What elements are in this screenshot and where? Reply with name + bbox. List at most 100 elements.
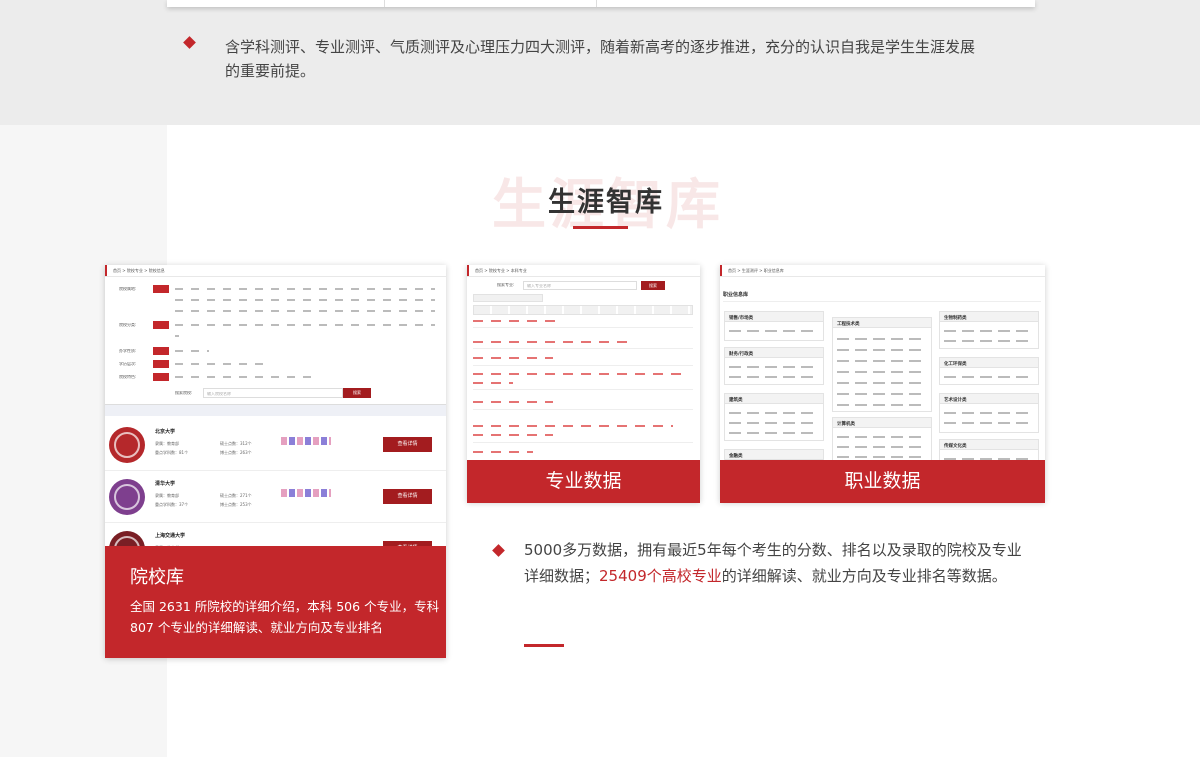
university-affiliation: 隶属：教育部 [155, 441, 179, 446]
discipline-tabs[interactable] [473, 305, 693, 315]
discipline-row[interactable] [473, 320, 563, 322]
university-info: 硕士点数：312个 博士点数：263个 [220, 439, 252, 457]
career-list[interactable] [944, 422, 1034, 424]
career-list[interactable] [729, 412, 819, 414]
breadcrumb: 首页 > 生涯测评 > 职业信息库 [720, 265, 1045, 277]
career-category-box[interactable]: 艺术设计类 [939, 393, 1039, 433]
major-row[interactable] [473, 373, 683, 375]
divider [473, 365, 693, 366]
university-info: 硕士点数：271个 博士点数：253个 [220, 491, 252, 509]
university-row[interactable]: 清华大学 隶属：教育部 重点学科数：37个 硕士点数：271个 博士点数：253… [105, 473, 446, 523]
career-category-title: 生物制药类 [940, 312, 1038, 322]
major-row[interactable] [473, 434, 553, 436]
major-row[interactable] [473, 425, 673, 427]
career-list[interactable] [837, 393, 927, 395]
career-list[interactable] [837, 382, 927, 384]
career-list[interactable] [837, 456, 927, 458]
filter-row-location: 院校属地: [119, 285, 439, 294]
university-doctor-points: 博士点数：263个 [220, 450, 252, 455]
university-row[interactable]: 北京大学 隶属：教育部 重点学科数：81个 硕士点数：312个 博士点数：263… [105, 421, 446, 471]
university-badges [281, 437, 331, 445]
diamond-bullet-icon [492, 544, 505, 557]
pku-logo-icon [109, 427, 145, 463]
career-data-label: 职业数据 [720, 460, 1045, 503]
top-card-segment [167, 0, 385, 7]
filter-options[interactable] [175, 350, 209, 352]
career-list[interactable] [944, 376, 1034, 378]
career-category-box[interactable]: 财务/行政类 [724, 347, 824, 385]
section-title: 生涯智库 [548, 187, 664, 218]
career-list[interactable] [837, 436, 927, 438]
major-row[interactable] [473, 401, 553, 403]
divider [723, 301, 1041, 302]
university-affiliation: 隶属：教育部 [155, 493, 179, 498]
divider [473, 348, 693, 349]
major-search-button[interactable]: 搜索 [641, 281, 665, 290]
major-data-label: 专业数据 [467, 460, 700, 503]
career-category-box[interactable]: 销售/市场类 [724, 311, 824, 341]
career-list[interactable] [837, 446, 927, 448]
school-database-description: 全国 2631 所院校的详细介绍，本科 506 个专业，专科 807 个专业的详… [130, 599, 440, 635]
career-category-title: 计算机类 [833, 418, 931, 428]
highlighted-major-count: 25409个高校专业 [599, 567, 722, 585]
major-tabs[interactable] [473, 294, 543, 302]
divider [473, 442, 693, 443]
career-list[interactable] [944, 330, 1034, 332]
career-list[interactable] [729, 330, 819, 332]
filter-options[interactable] [175, 299, 435, 301]
breadcrumb: 首页 > 院校专业 > 院校信息 [105, 265, 446, 277]
career-list[interactable] [944, 412, 1034, 414]
major-row[interactable] [473, 341, 633, 343]
major-row[interactable] [473, 382, 513, 384]
filter-label: 院校分类: [119, 323, 137, 327]
filter-selected-tag[interactable] [153, 373, 169, 381]
assessment-description: 含学科测评、专业测评、气质测评及心理压力四大测评，随着新高考的逐步推进，充分的认… [225, 38, 976, 80]
career-category-title: 金融类 [725, 450, 823, 460]
result-list-header [105, 404, 446, 416]
filter-row-location-cont [119, 307, 439, 316]
career-category-box[interactable]: 建筑类 [724, 393, 824, 441]
career-list[interactable] [837, 338, 927, 340]
career-category-box[interactable]: 化工环保类 [939, 357, 1039, 385]
filter-options[interactable] [175, 335, 179, 337]
view-details-button[interactable]: 查看详情 [383, 437, 432, 452]
major-row[interactable] [473, 451, 533, 453]
data-description-text: 的详细解读、就业方向及专业排名等数据。 [721, 567, 1007, 585]
career-list[interactable] [837, 360, 927, 362]
career-category-title: 化工环保类 [940, 358, 1038, 368]
filter-options[interactable] [175, 324, 435, 326]
career-list[interactable] [837, 349, 927, 351]
top-card-segment [385, 0, 597, 7]
filter-options[interactable] [175, 376, 319, 378]
filter-options[interactable] [175, 288, 435, 290]
filter-selected-tag[interactable] [153, 321, 169, 329]
top-preview-card [167, 0, 1035, 7]
university-key-disciplines: 重点学科数：37个 [155, 502, 189, 507]
filter-row-category-cont [119, 332, 439, 341]
career-list[interactable] [729, 432, 819, 434]
major-search-input[interactable]: 输入专业名称 [523, 281, 637, 290]
career-list[interactable] [837, 404, 927, 406]
filter-selected-tag[interactable] [153, 360, 169, 368]
section-title-underline [573, 226, 628, 229]
career-category-box[interactable]: 工程技术类 [832, 317, 932, 412]
school-search-input[interactable]: 输入院校名称 [203, 388, 343, 398]
view-details-button[interactable]: 查看详情 [383, 489, 432, 504]
university-key-disciplines: 重点学科数：81个 [155, 450, 189, 455]
filter-selected-tag[interactable] [153, 347, 169, 355]
filter-options[interactable] [175, 363, 269, 365]
career-list[interactable] [729, 422, 819, 424]
career-category-title: 传媒文化类 [940, 440, 1038, 450]
filter-selected-tag[interactable] [153, 285, 169, 293]
school-search-button[interactable]: 搜索 [343, 388, 371, 398]
career-list[interactable] [729, 376, 819, 378]
career-list[interactable] [944, 340, 1034, 342]
career-category-box[interactable]: 生物制药类 [939, 311, 1039, 349]
university-name: 北京大学 [155, 429, 176, 435]
career-list[interactable] [837, 371, 927, 373]
breadcrumb: 首页 > 院校专业 > 本科专业 [467, 265, 700, 277]
filter-options[interactable] [175, 310, 435, 312]
career-list[interactable] [729, 366, 819, 368]
filter-row-location-cont [119, 296, 439, 305]
major-row[interactable] [473, 357, 553, 359]
